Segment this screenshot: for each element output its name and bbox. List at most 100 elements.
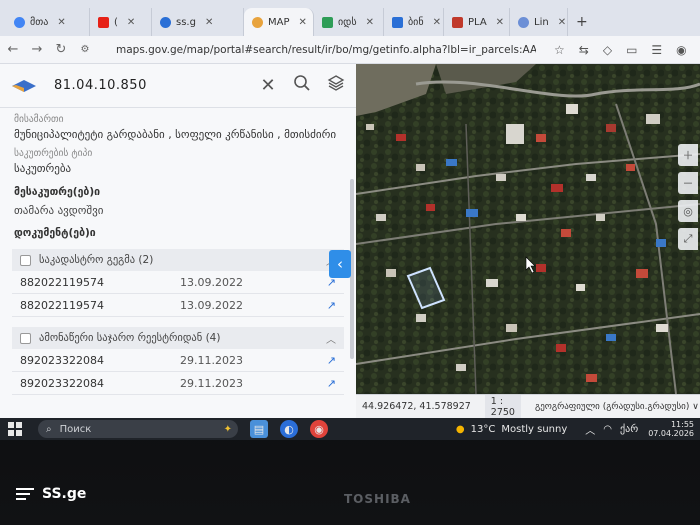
satellite-imagery [356, 64, 700, 394]
external-link-icon[interactable]: ↗ [327, 354, 336, 367]
browser-tab[interactable]: PLA ✕ [444, 8, 510, 36]
close-tab-icon[interactable]: ✕ [558, 17, 566, 28]
group-title: საკადასტრო გეგმა (2) [39, 254, 154, 266]
document-date: 13.09.2022 [180, 275, 243, 289]
address-field: მისამართი მუნიციპალიტეტი გარდაბანი , სოფ… [0, 108, 356, 142]
taskbar-clock[interactable]: 11:55 07.04.2026 [648, 420, 694, 438]
profile-icon[interactable]: ◉ [676, 43, 686, 57]
taskbar-edge-icon[interactable]: ◐ [280, 420, 298, 438]
coordinates-readout: 44.926472, 41.578927 [362, 401, 471, 412]
browser-tab[interactable]: იდს ✕ [314, 8, 384, 36]
document-row[interactable]: 892023322084 29.11.2023 ↗ [12, 349, 344, 372]
tab-favicon-icon [98, 16, 109, 28]
tab-label: იდს [338, 16, 357, 28]
monitor-brand-logo: TOSHIBA [344, 492, 411, 506]
taskbar-file-explorer-icon[interactable]: ▤ [250, 420, 268, 438]
layers-icon[interactable] [326, 74, 346, 97]
close-tab-icon[interactable]: ✕ [127, 17, 135, 28]
documents-title: დოკუმენტ(ებ)ი [14, 227, 96, 239]
owners-value: თამარა ავდოშვი [14, 204, 104, 217]
windows-start-icon[interactable] [8, 422, 22, 436]
map-status-bar: 44.926472, 41.578927 1 : 2750 გეოგრაფიულ… [356, 394, 700, 419]
taskbar-search-placeholder: Поиск [59, 423, 92, 435]
clock-date: 07.04.2026 [648, 429, 694, 438]
split-view-icon[interactable]: ▭ [626, 43, 637, 57]
close-tab-icon[interactable]: ✕ [433, 17, 441, 28]
star-bookmark-icon[interactable]: ☆ [554, 43, 565, 57]
projection-select[interactable]: გეოგრაფიული (გრადუსი.გრადუსი) ∨ [535, 402, 699, 412]
external-link-icon[interactable]: ↗ [327, 299, 336, 312]
browser-tab-active[interactable]: MAP ✕ [244, 8, 314, 36]
translate-icon[interactable]: ⇆ [579, 43, 589, 57]
browser-tabstrip: მთა ✕ ( ✕ ss.g ✕ MAP ✕ იდს ✕ ბინ ✕ PLA ✕… [0, 0, 700, 36]
new-tab-button[interactable]: + [568, 8, 596, 36]
group-title: ამონაწერი საჯარო რეესტრიდან (4) [39, 332, 221, 344]
menu-lines-icon [16, 488, 34, 500]
browser-tab[interactable]: მთა ✕ [6, 8, 90, 36]
chevron-up-icon[interactable]: ︿ [585, 422, 595, 437]
weather-widget[interactable]: ● 13°C Mostly sunny [456, 424, 567, 435]
external-link-icon[interactable]: ↗ [327, 377, 336, 390]
document-number: 882022119574 [20, 275, 104, 289]
ownership-field: საკუთრების ტიპი საკუთრება [0, 142, 356, 176]
satellite-map[interactable]: ＋ － ◎ ⤢ [356, 64, 700, 394]
tab-favicon-icon [252, 16, 263, 28]
browser-toolbar: ← → ↻ ⚙ maps.gov.ge/map/portal#search/re… [0, 36, 700, 64]
address-value: მუნიციპალიტეტი გარდაბანი , სოფელი კრწანი… [14, 128, 337, 141]
windows-taskbar: ⌕ Поиск ✦ ▤ ◐ ◉ ● 13°C Mostly sunny ︿ ◠ … [0, 418, 700, 440]
cadastral-code-input[interactable]: 81.04.10.850 [54, 78, 244, 93]
document-date: 13.09.2022 [180, 298, 243, 312]
fullscreen-icon[interactable]: ⤢ [678, 228, 698, 250]
extensions-icon[interactable]: ◇ [603, 43, 612, 57]
site-info-icon[interactable]: ⚙ [78, 44, 92, 55]
browser-tab[interactable]: ss.g ✕ [152, 8, 244, 36]
search-icon[interactable] [292, 74, 312, 97]
group-checkbox[interactable] [20, 254, 31, 266]
forward-arrow-icon[interactable]: → [30, 42, 44, 57]
browser-tab[interactable]: ( ✕ [90, 8, 152, 36]
scale-readout[interactable]: 1 : 2750 [484, 394, 521, 419]
document-group-header[interactable]: ამონაწერი საჯარო რეესტრიდან (4) ︿ [12, 327, 344, 349]
document-row[interactable]: 882022119574 13.09.2022 ↗ [12, 294, 344, 317]
ownership-value: საკუთრება [14, 162, 72, 175]
close-tab-icon[interactable]: ✕ [496, 17, 504, 28]
search-highlight-icon: ✦ [223, 423, 232, 435]
map-controls: ＋ － ◎ ⤢ [678, 144, 700, 250]
close-tab-icon[interactable]: ✕ [57, 17, 65, 28]
ownership-label: საკუთრების ტიპი [14, 148, 93, 159]
close-tab-icon[interactable]: ✕ [299, 17, 307, 28]
group-checkbox[interactable] [20, 332, 31, 344]
tab-favicon-icon [452, 16, 463, 28]
taskbar-search[interactable]: ⌕ Поиск ✦ [38, 420, 238, 438]
document-row[interactable]: 892023322084 29.11.2023 ↗ [12, 372, 344, 395]
tab-label: ბინ [408, 16, 424, 28]
document-row[interactable]: 882022119574 13.09.2022 ↗ [12, 271, 344, 294]
close-tab-icon[interactable]: ✕ [366, 17, 374, 28]
owners-title: მესაკუთრე(ებ)ი [14, 186, 101, 198]
address-bar[interactable]: maps.gov.ge/map/portal#search/result/ir/… [116, 44, 536, 56]
wifi-icon[interactable]: ◠ [603, 424, 612, 435]
zoom-in-button[interactable]: ＋ [678, 144, 698, 166]
collapse-panel-button[interactable]: ‹ [329, 250, 351, 278]
watermark-text: SS.ge [42, 486, 87, 502]
back-arrow-icon[interactable]: ← [6, 42, 20, 57]
reload-icon[interactable]: ↻ [54, 42, 68, 57]
zoom-out-button[interactable]: － [678, 172, 698, 194]
tab-label: ( [114, 16, 118, 28]
language-indicator[interactable]: ქარ [620, 424, 638, 435]
address-label: მისამართი [14, 114, 64, 125]
locate-icon[interactable]: ◎ [678, 200, 698, 222]
browser-tab[interactable]: ბინ ✕ [384, 8, 444, 36]
favorites-icon[interactable]: ☰ [651, 43, 662, 57]
clock-time: 11:55 [670, 420, 694, 429]
chevron-up-icon[interactable]: ︿ [326, 331, 336, 346]
tab-favicon-icon [518, 16, 529, 28]
site-watermark: SS.ge [16, 486, 86, 502]
system-tray: ︿ ◠ ქარ [585, 422, 638, 437]
close-tab-icon[interactable]: ✕ [205, 17, 213, 28]
close-icon[interactable]: ✕ [258, 75, 278, 96]
browser-tab[interactable]: Lin ✕ [510, 8, 568, 36]
taskbar-chrome-icon[interactable]: ◉ [310, 420, 328, 438]
document-group-header[interactable]: საკადასტრო გეგმა (2) ︿ [12, 249, 344, 271]
screen: მთა ✕ ( ✕ ss.g ✕ MAP ✕ იდს ✕ ბინ ✕ PLA ✕… [0, 0, 700, 440]
